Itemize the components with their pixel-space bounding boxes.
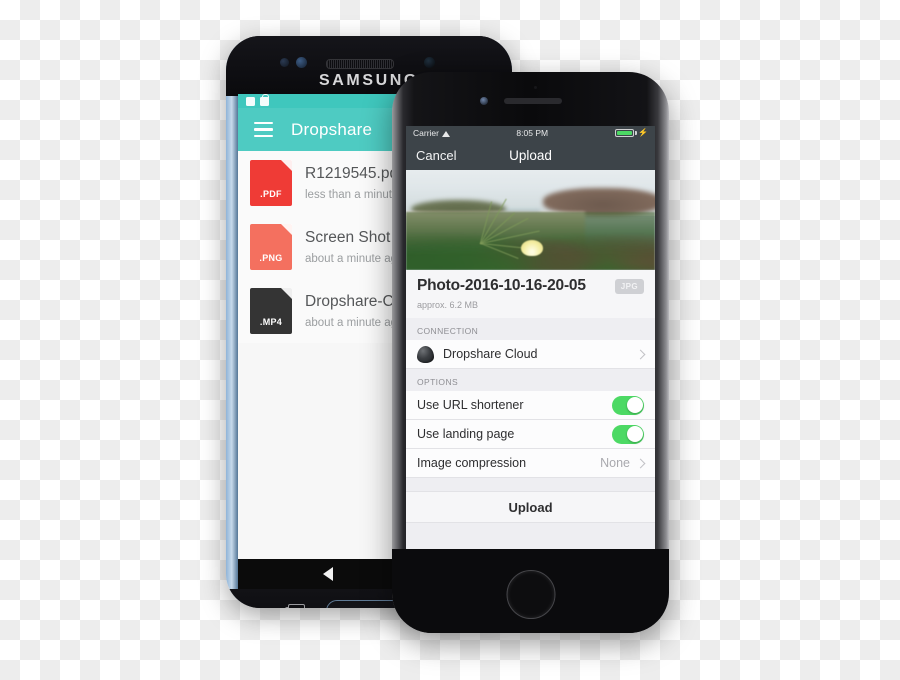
upload-button-label: Upload [508,499,553,515]
iphone-device: Carrier 8:05 PM ⚡ Cancel Upload Photo-20… [392,72,669,633]
option-row-image-compression[interactable]: Image compression None [406,449,655,478]
carrier-group: Carrier [413,128,450,138]
iphone-screen: Carrier 8:05 PM ⚡ Cancel Upload Photo-20… [406,126,655,549]
photo-preview [406,170,655,270]
iris-sensor-icon [424,57,435,68]
file-extension-label: .PNG [259,253,283,263]
file-type-badge: JPG [614,278,644,294]
android-robot-icon [260,94,269,106]
option-label: Use URL shortener [417,398,524,412]
front-camera-icon [296,57,307,68]
screenshot-canvas: SAMSUNG Dropshare .PDF R1219545.pdf less… [0,0,900,680]
mp4-file-icon: .MP4 [250,288,292,334]
recents-icon[interactable] [285,604,305,608]
section-header-connection: CONNECTION [406,318,655,340]
file-info-block: Photo-2016-10-16-20-05 JPG approx. 6.2 M… [406,270,655,318]
file-size: approx. 6.2 MB [417,300,479,310]
bottom-spacer [406,523,655,549]
file-extension-label: .MP4 [259,317,283,327]
section-spacer [406,478,655,491]
charging-bolt-icon: ⚡ [638,128,648,137]
cancel-button[interactable]: Cancel [416,148,456,163]
file-extension-label: .PDF [260,189,282,199]
ios-status-bar: Carrier 8:05 PM ⚡ [406,126,655,140]
png-file-icon: .PNG [250,224,292,270]
option-row-url-shortener[interactable]: Use URL shortener [406,391,655,420]
hamburger-menu-icon[interactable] [254,122,273,137]
proximity-sensor-icon [280,58,289,67]
battery-icon [614,129,634,137]
landing-page-toggle[interactable] [612,424,644,444]
app-title: Dropshare [291,119,373,139]
connection-label: Dropshare Cloud [443,347,538,361]
earpiece-speaker-icon [326,59,394,69]
option-label: Image compression [417,456,527,470]
upload-button[interactable]: Upload [406,491,655,523]
iphone-front-camera-icon [480,97,488,105]
option-label: Use landing page [417,427,515,441]
url-shortener-toggle[interactable] [612,395,644,415]
battery-group: ⚡ [614,128,648,137]
carrier-label: Carrier [413,128,439,138]
pdf-file-icon: .PDF [250,160,292,206]
section-header-options: OPTIONS [406,369,655,391]
image-compression-value: None [600,456,630,470]
iphone-mic-dot-icon [534,86,537,89]
chevron-right-icon [635,349,646,359]
connection-row[interactable]: Dropshare Cloud [406,340,655,369]
flower-highlight [520,240,543,256]
back-triangle-icon[interactable] [322,567,333,581]
status-clock: 8:05 PM [516,128,549,138]
chevron-right-icon [635,458,646,468]
notification-icon [246,96,255,106]
file-name: Photo-2016-10-16-20-05 [417,277,586,294]
battery-cap-icon [635,131,637,135]
file-name-row: Photo-2016-10-16-20-05 JPG [417,277,644,295]
iphone-earpiece-icon [504,98,562,104]
ios-nav-bar: Cancel Upload [406,140,655,170]
iphone-home-button[interactable] [506,570,555,619]
wifi-icon [441,130,450,137]
option-row-landing-page[interactable]: Use landing page [406,420,655,449]
dropshare-droplet-icon [417,345,434,363]
